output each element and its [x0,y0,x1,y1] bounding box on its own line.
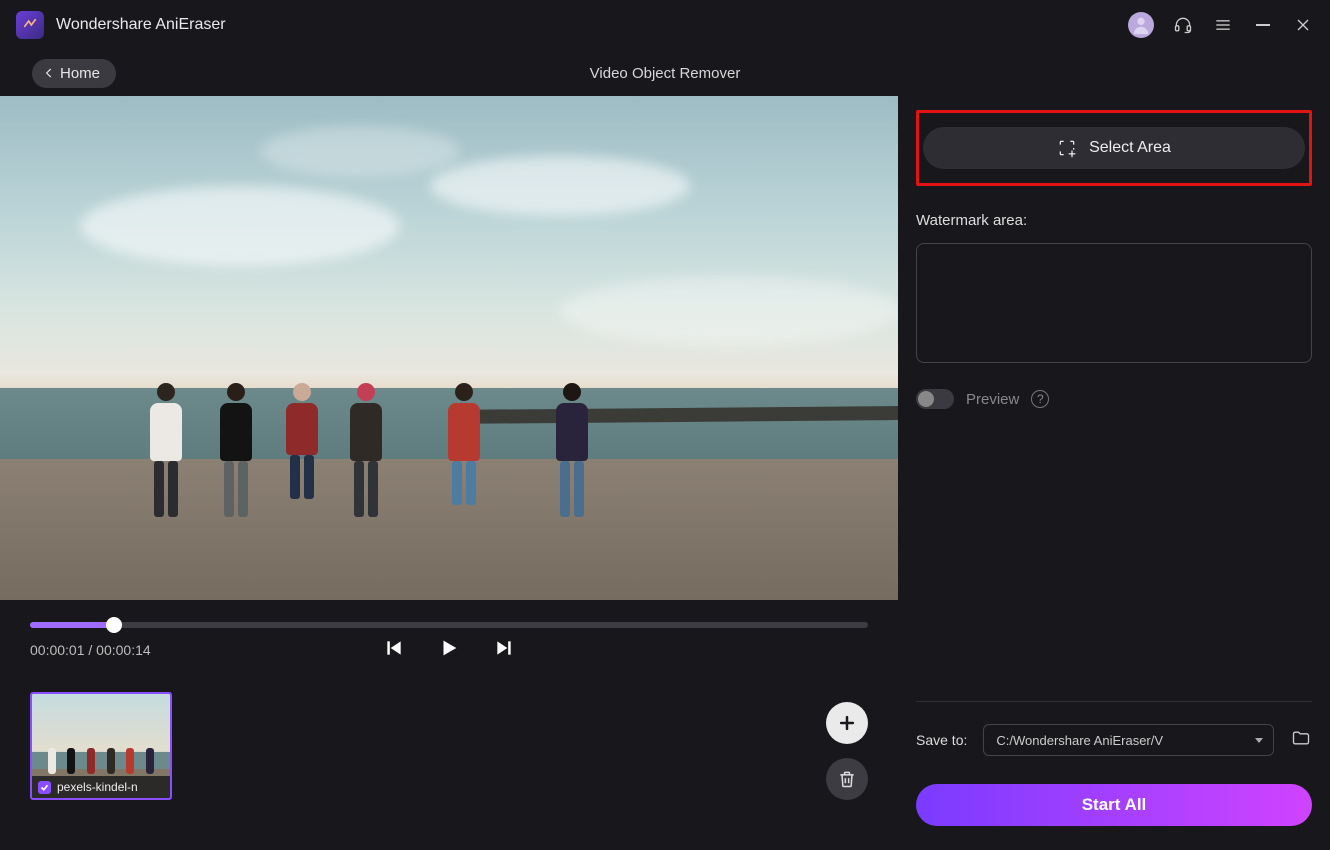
prev-frame-button[interactable] [384,638,404,663]
side-divider [916,701,1312,702]
sub-header: Home Video Object Remover [0,50,1330,96]
open-folder-button[interactable] [1290,728,1312,753]
save-path-dropdown[interactable]: C:/Wondershare AniEraser/V [983,724,1274,756]
side-panel: Select Area Watermark area: Preview ? Sa… [898,96,1330,850]
thumbnail-footer: pexels-kindel-n [32,776,170,798]
save-row: Save to: C:/Wondershare AniEraser/V [916,724,1312,756]
window-close-button[interactable] [1292,14,1314,36]
main-panel: 00:00:01 / 00:00:14 [0,96,898,850]
home-button[interactable]: Home [32,59,116,88]
select-area-highlight: Select Area [916,110,1312,186]
chevron-left-icon [42,66,56,80]
workspace: 00:00:01 / 00:00:14 [0,96,1330,850]
scrub-bar-row [0,600,898,628]
menu-hamburger-icon[interactable] [1212,14,1234,36]
title-bar-left: Wondershare AniEraser [16,11,226,39]
select-area-label: Select Area [1089,139,1171,157]
clip-thumbnail[interactable]: pexels-kindel-n [30,692,172,800]
preview-label: Preview [966,391,1019,408]
thumbnail-checkbox[interactable] [38,781,51,794]
user-avatar-icon[interactable] [1128,12,1154,38]
home-label: Home [60,65,100,82]
time-total: 00:00:14 [96,642,151,658]
select-area-icon [1057,138,1077,158]
support-headset-icon[interactable] [1172,14,1194,36]
preview-toggle[interactable] [916,389,954,409]
add-clip-button[interactable] [826,702,868,744]
watermark-area-label: Watermark area: [916,212,1312,229]
next-frame-button[interactable] [494,638,514,663]
preview-row: Preview ? [916,389,1312,409]
page-title: Video Object Remover [590,65,741,82]
app-title: Wondershare AniEraser [56,16,226,34]
thumbnail-filename: pexels-kindel-n [57,780,138,794]
chevron-down-icon [1253,734,1265,746]
time-current: 00:00:01 [30,642,85,658]
play-button[interactable] [438,637,460,664]
preview-help-icon[interactable]: ? [1031,390,1049,408]
controls-row: 00:00:01 / 00:00:14 [0,628,898,658]
start-all-label: Start All [1082,795,1147,815]
title-bar: Wondershare AniEraser [0,0,1330,50]
save-to-label: Save to: [916,732,967,748]
playback-controls [384,637,514,664]
watermark-area-box[interactable] [916,243,1312,363]
save-path-text: C:/Wondershare AniEraser/V [996,733,1163,748]
select-area-button[interactable]: Select Area [923,127,1305,169]
start-all-button[interactable]: Start All [916,784,1312,826]
title-bar-right [1128,12,1314,38]
window-minimize-button[interactable] [1252,14,1274,36]
delete-clip-button[interactable] [826,758,868,800]
thumb-action-buttons [826,702,868,800]
time-display: 00:00:01 / 00:00:14 [30,642,151,658]
thumbnail-row: pexels-kindel-n [0,658,898,800]
video-preview[interactable] [0,96,898,600]
app-logo-icon [16,11,44,39]
